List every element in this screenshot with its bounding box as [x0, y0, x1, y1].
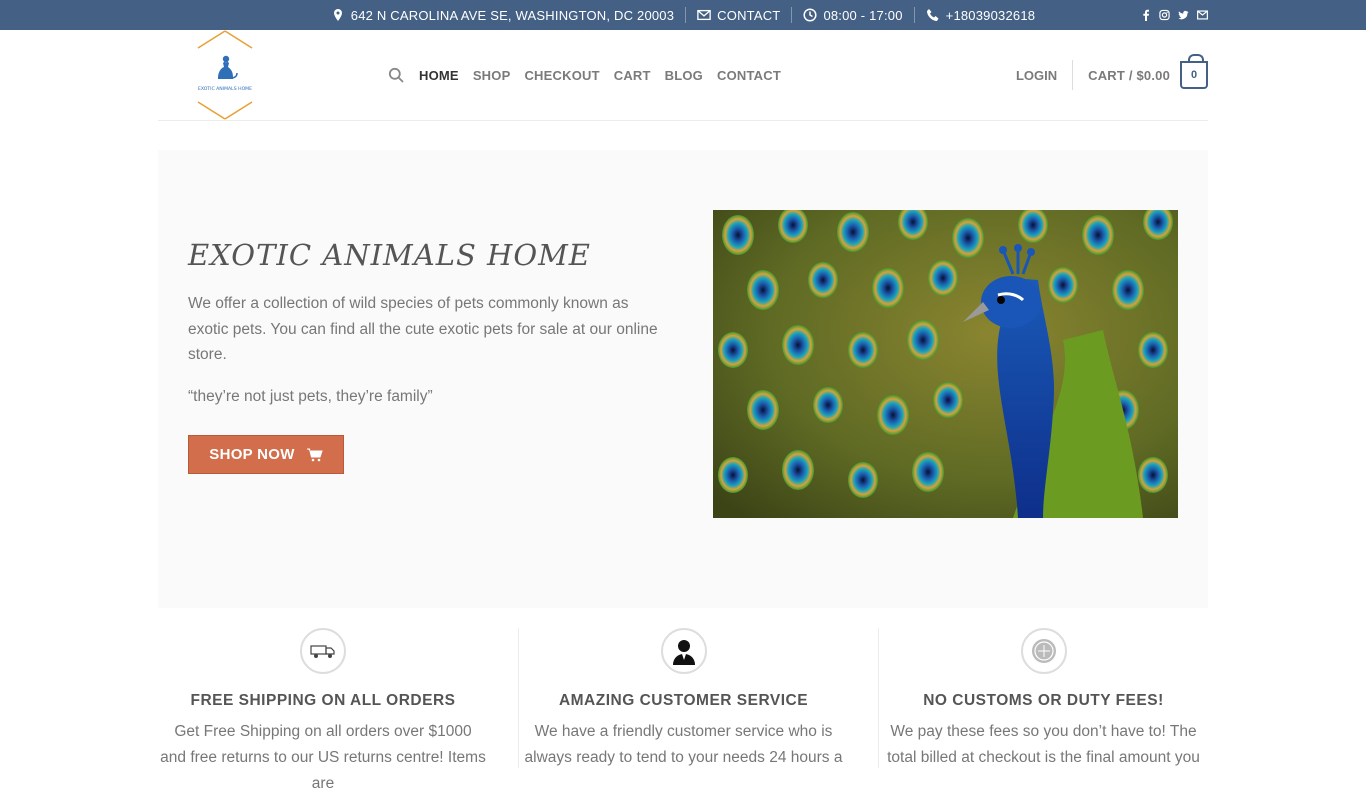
site-logo[interactable]: EXOTIC ANIMALS HOME	[196, 30, 254, 120]
cart-count-badge[interactable]: 0	[1180, 54, 1208, 89]
divider	[1072, 60, 1074, 90]
contact-link: CONTACT	[717, 7, 781, 23]
shop-now-button[interactable]: SHOP NOW	[188, 435, 344, 474]
hero-section: EXOTIC ANIMALS HOME We offer a collectio…	[158, 150, 1208, 608]
cart-icon	[306, 448, 323, 461]
facebook-icon[interactable]	[1140, 9, 1151, 21]
delivery-truck-icon	[300, 628, 346, 674]
hero-quote: “they’re not just pets, they’re family”	[188, 388, 433, 405]
feature-title: NO CUSTOMS OR DUTY FEES!	[923, 692, 1164, 709]
feature-text: Get Free Shipping on all orders over $10…	[160, 723, 486, 792]
feature-title: FREE SHIPPING ON ALL ORDERS	[190, 692, 456, 709]
envelope-icon	[697, 9, 711, 21]
hours-item: 08:00 - 17:00	[792, 7, 913, 23]
main-nav: HOME SHOP CHECKOUT CART BLOG CONTACT	[388, 30, 781, 120]
feature-customer-service: AMAZING CUSTOMER SERVICE We have a frien…	[518, 628, 848, 768]
nav-contact[interactable]: CONTACT	[717, 68, 781, 83]
cart-link[interactable]: CART / $0.00	[1088, 68, 1170, 83]
logo-diamond-icon: EXOTIC ANIMALS HOME	[197, 30, 253, 120]
feature-text: We have a friendly customer service who …	[524, 723, 843, 766]
hero-description: We offer a collection of wild species of…	[188, 295, 658, 363]
social-links	[1140, 0, 1208, 30]
address-text: 642 N CAROLINA AVE SE, WASHINGTON, DC 20…	[350, 7, 675, 23]
address-item[interactable]: 642 N CAROLINA AVE SE, WASHINGTON, DC 20…	[320, 7, 685, 23]
contact-item[interactable]: CONTACT	[686, 7, 791, 23]
phone-item[interactable]: +18039032618	[915, 7, 1047, 23]
top-bar: 642 N CAROLINA AVE SE, WASHINGTON, DC 20…	[0, 0, 1366, 30]
phone-icon	[926, 9, 939, 21]
feature-text: We pay these fees so you don’t have to! …	[887, 723, 1200, 766]
nav-shop[interactable]: SHOP	[473, 68, 511, 83]
site-header: EXOTIC ANIMALS HOME HOME SHOP CHECKOUT C…	[158, 30, 1208, 121]
email-icon[interactable]	[1197, 9, 1208, 21]
header-actions: LOGIN CART / $0.00 0	[1016, 30, 1208, 120]
feature-no-customs: NO CUSTOMS OR DUTY FEES! We pay these fe…	[878, 628, 1208, 768]
peacock-image	[713, 210, 1178, 518]
hero-title: EXOTIC ANIMALS HOME	[188, 238, 591, 272]
nav-blog[interactable]: BLOG	[665, 68, 703, 83]
feature-title: AMAZING CUSTOMER SERVICE	[558, 692, 809, 709]
feature-free-shipping: FREE SHIPPING ON ALL ORDERS Get Free Shi…	[158, 628, 488, 792]
clock-icon	[803, 8, 817, 22]
nav-home[interactable]: HOME	[419, 68, 459, 83]
nav-checkout[interactable]: CHECKOUT	[524, 68, 599, 83]
twitter-icon[interactable]	[1178, 9, 1189, 21]
phone-text: +18039032618	[945, 7, 1036, 23]
nav-cart[interactable]: CART	[614, 68, 651, 83]
features-section: FREE SHIPPING ON ALL ORDERS Get Free Shi…	[158, 628, 1208, 792]
hours-text: 08:00 - 17:00	[823, 7, 903, 23]
customer-service-icon	[660, 628, 707, 674]
duty-free-badge-icon	[1020, 628, 1067, 674]
search-icon[interactable]	[388, 67, 404, 83]
instagram-icon[interactable]	[1159, 9, 1170, 21]
login-link[interactable]: LOGIN	[1016, 68, 1072, 83]
peacock-illustration	[713, 210, 1178, 518]
logo-text: EXOTIC ANIMALS HOME	[198, 86, 252, 92]
map-pin-icon	[333, 9, 342, 21]
shop-now-label: SHOP NOW	[209, 446, 295, 463]
